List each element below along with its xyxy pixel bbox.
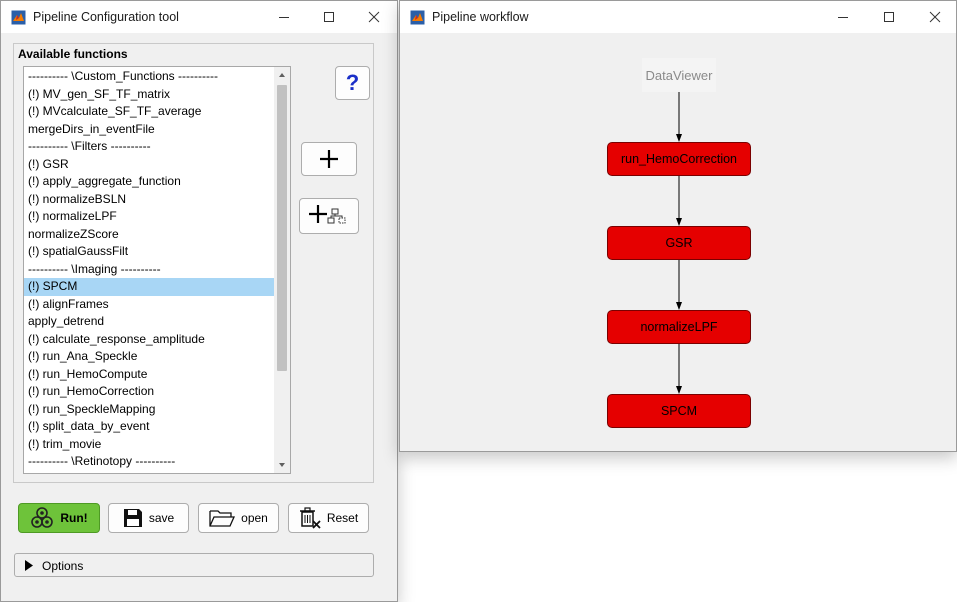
matlab-logo-icon bbox=[410, 10, 425, 25]
function-list-item[interactable]: (!) normalizeBSLN bbox=[24, 191, 274, 209]
close-button[interactable] bbox=[922, 7, 948, 27]
arrowhead-icon bbox=[676, 218, 682, 226]
arrowhead-icon bbox=[676, 134, 682, 142]
function-list-item[interactable]: ---------- \Filters ---------- bbox=[24, 138, 274, 156]
run-label: Run! bbox=[60, 511, 88, 525]
function-list-item[interactable]: (!) run_Ana_Speckle bbox=[24, 348, 274, 366]
function-list-item[interactable]: (!) alignFrames bbox=[24, 296, 274, 314]
reset-label: Reset bbox=[326, 511, 359, 525]
add-tree-icon bbox=[309, 205, 346, 224]
function-list-item[interactable]: ---------- \Retinotopy ---------- bbox=[24, 453, 274, 471]
arrowhead-icon bbox=[676, 302, 682, 310]
function-list-item[interactable]: (!) apply_aggregate_function bbox=[24, 173, 274, 191]
scroll-down-icon bbox=[279, 463, 285, 467]
vertical-scrollbar[interactable] bbox=[274, 67, 290, 473]
minimize-button[interactable] bbox=[830, 7, 856, 27]
function-list-item[interactable]: (!) normalizeLPF bbox=[24, 208, 274, 226]
available-functions-panel: Available functions ---------- \Custom_F… bbox=[13, 43, 374, 483]
maximize-button[interactable] bbox=[876, 7, 902, 27]
options-expander[interactable]: Options bbox=[14, 553, 374, 577]
plus-icon bbox=[320, 150, 338, 168]
panel-title: Available functions bbox=[18, 47, 128, 61]
help-label: ? bbox=[345, 70, 360, 95]
function-list-item[interactable]: mergeDirs_in_eventFile bbox=[24, 121, 274, 139]
function-list-item[interactable]: normalizeZScore bbox=[24, 226, 274, 244]
function-list-item[interactable]: (!) run_SpeckleMapping bbox=[24, 401, 274, 419]
function-list-item[interactable]: (!) trim_movie bbox=[24, 436, 274, 454]
workflow-canvas[interactable]: DataViewer run_HemoCorrection GSR normalize… bbox=[400, 33, 956, 451]
close-icon bbox=[368, 11, 380, 23]
function-list-item[interactable]: (!) calculate_response_amplitude bbox=[24, 331, 274, 349]
arrowhead-icon bbox=[676, 386, 682, 394]
config-window-title: Pipeline Configuration tool bbox=[33, 10, 179, 24]
function-list-item[interactable]: (!) run_HemoCorrection bbox=[24, 383, 274, 401]
function-list-item[interactable]: (!) MV_gen_SF_TF_matrix bbox=[24, 86, 274, 104]
function-list-item[interactable]: (!) SPCM bbox=[24, 278, 274, 296]
function-list-item[interactable]: apply_detrend bbox=[24, 313, 274, 331]
workflow-window-title: Pipeline workflow bbox=[432, 10, 529, 24]
gears-icon bbox=[31, 507, 54, 528]
maximize-icon bbox=[884, 12, 894, 22]
options-label: Options bbox=[42, 559, 84, 573]
pipeline-workflow-window: Pipeline workflow DataViewer run_HemoCorr… bbox=[399, 0, 957, 452]
save-button[interactable]: save bbox=[108, 503, 189, 533]
matlab-logo-icon bbox=[11, 10, 26, 25]
add-branch-button[interactable] bbox=[299, 198, 359, 234]
maximize-icon bbox=[324, 12, 334, 22]
minimize-icon bbox=[279, 17, 289, 18]
folder-open-icon bbox=[209, 510, 236, 527]
function-list-item[interactable]: (!) run_HemoCompute bbox=[24, 366, 274, 384]
function-list-item[interactable]: (!) MVcalculate_SF_TF_average bbox=[24, 103, 274, 121]
caret-right-icon bbox=[25, 560, 33, 571]
maximize-button[interactable] bbox=[316, 7, 342, 27]
function-list-item[interactable]: (!) GSR bbox=[24, 156, 274, 174]
workflow-node[interactable]: run_HemoCorrection bbox=[607, 142, 751, 176]
help-button[interactable]: ? bbox=[335, 66, 370, 100]
scroll-up-icon bbox=[279, 73, 285, 77]
run-button[interactable]: Run! bbox=[18, 503, 100, 533]
function-list-item[interactable]: (!) split_data_by_event bbox=[24, 418, 274, 436]
save-label: save bbox=[148, 511, 175, 525]
open-button[interactable]: open bbox=[198, 503, 279, 533]
open-label: open bbox=[241, 511, 268, 525]
workflow-node[interactable]: SPCM bbox=[607, 394, 751, 428]
minimize-icon bbox=[838, 17, 848, 18]
workflow-title-bar[interactable]: Pipeline workflow bbox=[400, 1, 956, 33]
workflow-node[interactable]: normalizeLPF bbox=[607, 310, 751, 344]
close-icon bbox=[929, 11, 941, 23]
trash-icon bbox=[299, 507, 321, 529]
functions-listbox[interactable]: ---------- \Custom_Functions ----------(… bbox=[23, 66, 291, 474]
function-list-item[interactable]: ---------- \Custom_Functions ---------- bbox=[24, 68, 274, 86]
floppy-disk-icon bbox=[123, 509, 142, 527]
add-function-button[interactable] bbox=[301, 142, 357, 176]
close-button[interactable] bbox=[361, 7, 387, 27]
workflow-node[interactable]: DataViewer bbox=[642, 58, 716, 92]
minimize-button[interactable] bbox=[271, 7, 297, 27]
pipeline-configuration-window: Pipeline Configuration tool Available fu… bbox=[0, 0, 398, 602]
config-title-bar[interactable]: Pipeline Configuration tool bbox=[1, 1, 397, 33]
reset-button[interactable]: Reset bbox=[288, 503, 369, 533]
scrollbar-thumb[interactable] bbox=[277, 85, 287, 371]
workflow-node[interactable]: GSR bbox=[607, 226, 751, 260]
function-list-item[interactable]: (!) spatialGaussFilt bbox=[24, 243, 274, 261]
function-list-item[interactable]: ---------- \Imaging ---------- bbox=[24, 261, 274, 279]
